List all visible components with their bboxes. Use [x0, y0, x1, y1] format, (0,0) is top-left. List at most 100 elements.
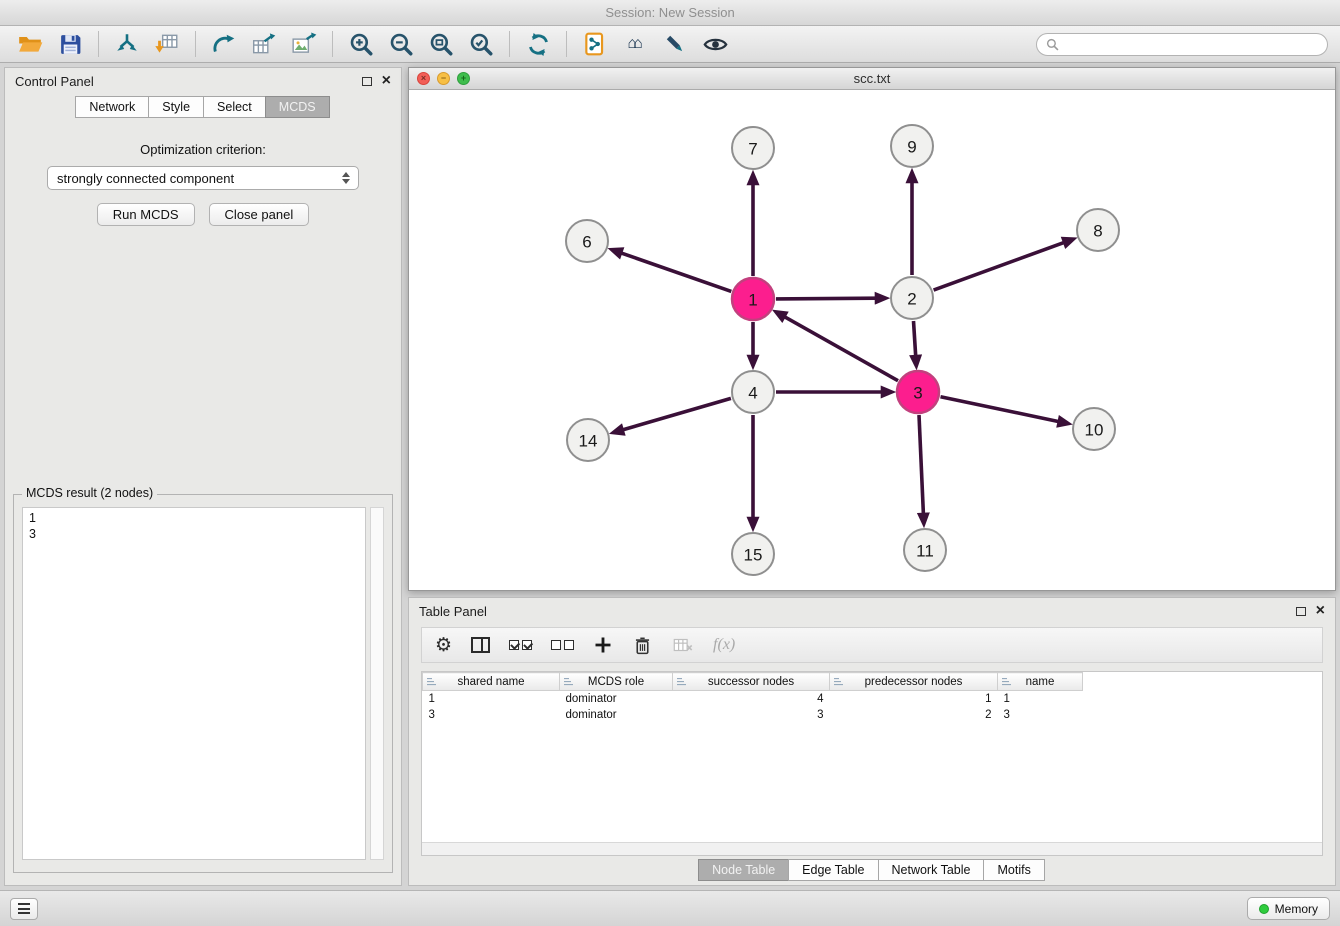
table-settings-button[interactable]: ⚙: [435, 631, 452, 659]
memory-button[interactable]: Memory: [1247, 897, 1330, 920]
graph-node-15[interactable]: 15: [732, 533, 774, 575]
graph-edge-4-14[interactable]: [623, 398, 731, 430]
graph-node-14[interactable]: 14: [567, 419, 609, 461]
mcds-panel: Optimization criterion: strongly connect…: [5, 124, 401, 885]
import-network-icon: [114, 31, 140, 57]
annotation-button[interactable]: [657, 28, 693, 60]
svg-text:6: 6: [582, 233, 591, 252]
import-network-button[interactable]: [109, 28, 145, 60]
memory-label: Memory: [1275, 902, 1318, 916]
svg-text:3: 3: [913, 384, 922, 403]
mcds-result-title: MCDS result (2 nodes): [22, 486, 157, 500]
show-hide-button[interactable]: [697, 28, 733, 60]
fx-icon: f(x): [713, 636, 735, 654]
graph-edge-1-2[interactable]: [776, 298, 876, 299]
close-window-icon[interactable]: ×: [417, 72, 430, 85]
tab-edge-table[interactable]: Edge Table: [788, 859, 878, 881]
control-panel: Control Panel × NetworkStyleSelectMCDS O…: [4, 67, 402, 886]
graph-node-3[interactable]: 3: [897, 371, 939, 413]
column-header-name[interactable]: name: [998, 673, 1083, 691]
column-header-predecessor-nodes[interactable]: predecessor nodes: [830, 673, 998, 691]
table-row[interactable]: 1dominator411: [423, 691, 1323, 707]
criterion-dropdown[interactable]: strongly connected component: [47, 166, 359, 190]
horizontal-scrollbar[interactable]: [422, 842, 1322, 855]
maximize-window-icon[interactable]: +: [457, 72, 470, 85]
refresh-layout-icon: [525, 31, 552, 58]
graph-node-9[interactable]: 9: [891, 125, 933, 167]
import-table-button[interactable]: [149, 28, 185, 60]
gear-icon: ⚙: [435, 636, 452, 655]
open-session-button[interactable]: [12, 28, 48, 60]
save-session-button[interactable]: [52, 28, 88, 60]
network-graph[interactable]: 7 9 6 8 1 2 4 3 14 10 15 11: [409, 90, 1335, 590]
network-overview-button[interactable]: [577, 28, 613, 60]
tab-node-table[interactable]: Node Table: [698, 859, 789, 881]
select-all-rows-button[interactable]: [509, 631, 532, 659]
float-panel-icon[interactable]: [362, 77, 372, 86]
graph-edge-3-11[interactable]: [919, 415, 923, 514]
tab-select[interactable]: Select: [203, 96, 266, 118]
graph-node-10[interactable]: 10: [1073, 408, 1115, 450]
status-bar: Memory: [0, 890, 1340, 926]
control-panel-tabs: NetworkStyleSelectMCDS: [5, 94, 401, 118]
export-network-icon: [211, 31, 237, 57]
table-row[interactable]: 3dominator323: [423, 707, 1323, 723]
graph-edge-2-3[interactable]: [914, 321, 916, 356]
column-header-successor-nodes[interactable]: successor nodes: [673, 673, 830, 691]
close-panel-icon[interactable]: ×: [382, 73, 391, 89]
export-table-button[interactable]: [246, 28, 282, 60]
graph-node-7[interactable]: 7: [732, 127, 774, 169]
scrollbar[interactable]: [370, 507, 384, 860]
graph-node-4[interactable]: 4: [732, 371, 774, 413]
graph-edge-1-6[interactable]: [621, 253, 731, 292]
tab-network-table[interactable]: Network Table: [878, 859, 985, 881]
network-window: × − + scc.txt 7 9 6 8 1 2 4 3 14 10 15 11: [408, 67, 1336, 591]
toolbar-separator: [566, 31, 567, 57]
network-window-title: scc.txt: [854, 71, 891, 86]
network-canvas[interactable]: 7 9 6 8 1 2 4 3 14 10 15 11: [409, 90, 1335, 590]
tab-style[interactable]: Style: [148, 96, 204, 118]
search-input[interactable]: [1065, 37, 1318, 51]
header-filler: [1083, 673, 1323, 691]
zoom-out-button[interactable]: [383, 28, 419, 60]
show-columns-button[interactable]: [471, 631, 490, 659]
minimize-window-icon[interactable]: −: [437, 72, 450, 85]
graph-node-6[interactable]: 6: [566, 220, 608, 262]
list-icon: [18, 903, 30, 914]
export-image-button[interactable]: [286, 28, 322, 60]
zoom-selected-icon: [468, 31, 494, 57]
apply-layout-button[interactable]: [520, 28, 556, 60]
graph-node-11[interactable]: 11: [904, 529, 946, 571]
deselect-all-rows-button[interactable]: [551, 631, 574, 659]
tab-mcds[interactable]: MCDS: [265, 96, 330, 118]
toolbar-separator: [98, 31, 99, 57]
network-window-titlebar: × − + scc.txt: [409, 68, 1335, 90]
home-button[interactable]: ⌂⌂: [617, 28, 653, 60]
close-panel-button[interactable]: Close panel: [209, 203, 310, 226]
close-panel-icon[interactable]: ×: [1316, 603, 1325, 619]
tab-network[interactable]: Network: [75, 96, 149, 118]
delete-table-button[interactable]: [672, 631, 694, 659]
document-share-icon: [582, 31, 608, 57]
export-image-icon: [291, 31, 317, 57]
graph-edge-3-1[interactable]: [784, 317, 898, 381]
graph-node-8[interactable]: 8: [1077, 209, 1119, 251]
zoom-in-button[interactable]: [343, 28, 379, 60]
add-column-button[interactable]: [593, 631, 613, 659]
run-mcds-button[interactable]: Run MCDS: [97, 203, 195, 226]
graph-node-2[interactable]: 2: [891, 277, 933, 319]
delete-column-button[interactable]: [632, 631, 653, 659]
column-header-shared-name[interactable]: shared name: [423, 673, 560, 691]
column-header-MCDS-role[interactable]: MCDS role: [560, 673, 673, 691]
zoom-selected-button[interactable]: [463, 28, 499, 60]
function-builder-button[interactable]: f(x): [713, 631, 735, 659]
task-history-button[interactable]: [10, 898, 38, 920]
float-panel-icon[interactable]: [1296, 607, 1306, 616]
svg-text:8: 8: [1093, 222, 1102, 241]
tab-motifs[interactable]: Motifs: [983, 859, 1044, 881]
zoom-fit-button[interactable]: [423, 28, 459, 60]
graph-edge-3-10[interactable]: [941, 397, 1059, 422]
graph-edge-2-8[interactable]: [934, 242, 1065, 290]
export-network-button[interactable]: [206, 28, 242, 60]
graph-node-1[interactable]: 1: [732, 278, 774, 320]
